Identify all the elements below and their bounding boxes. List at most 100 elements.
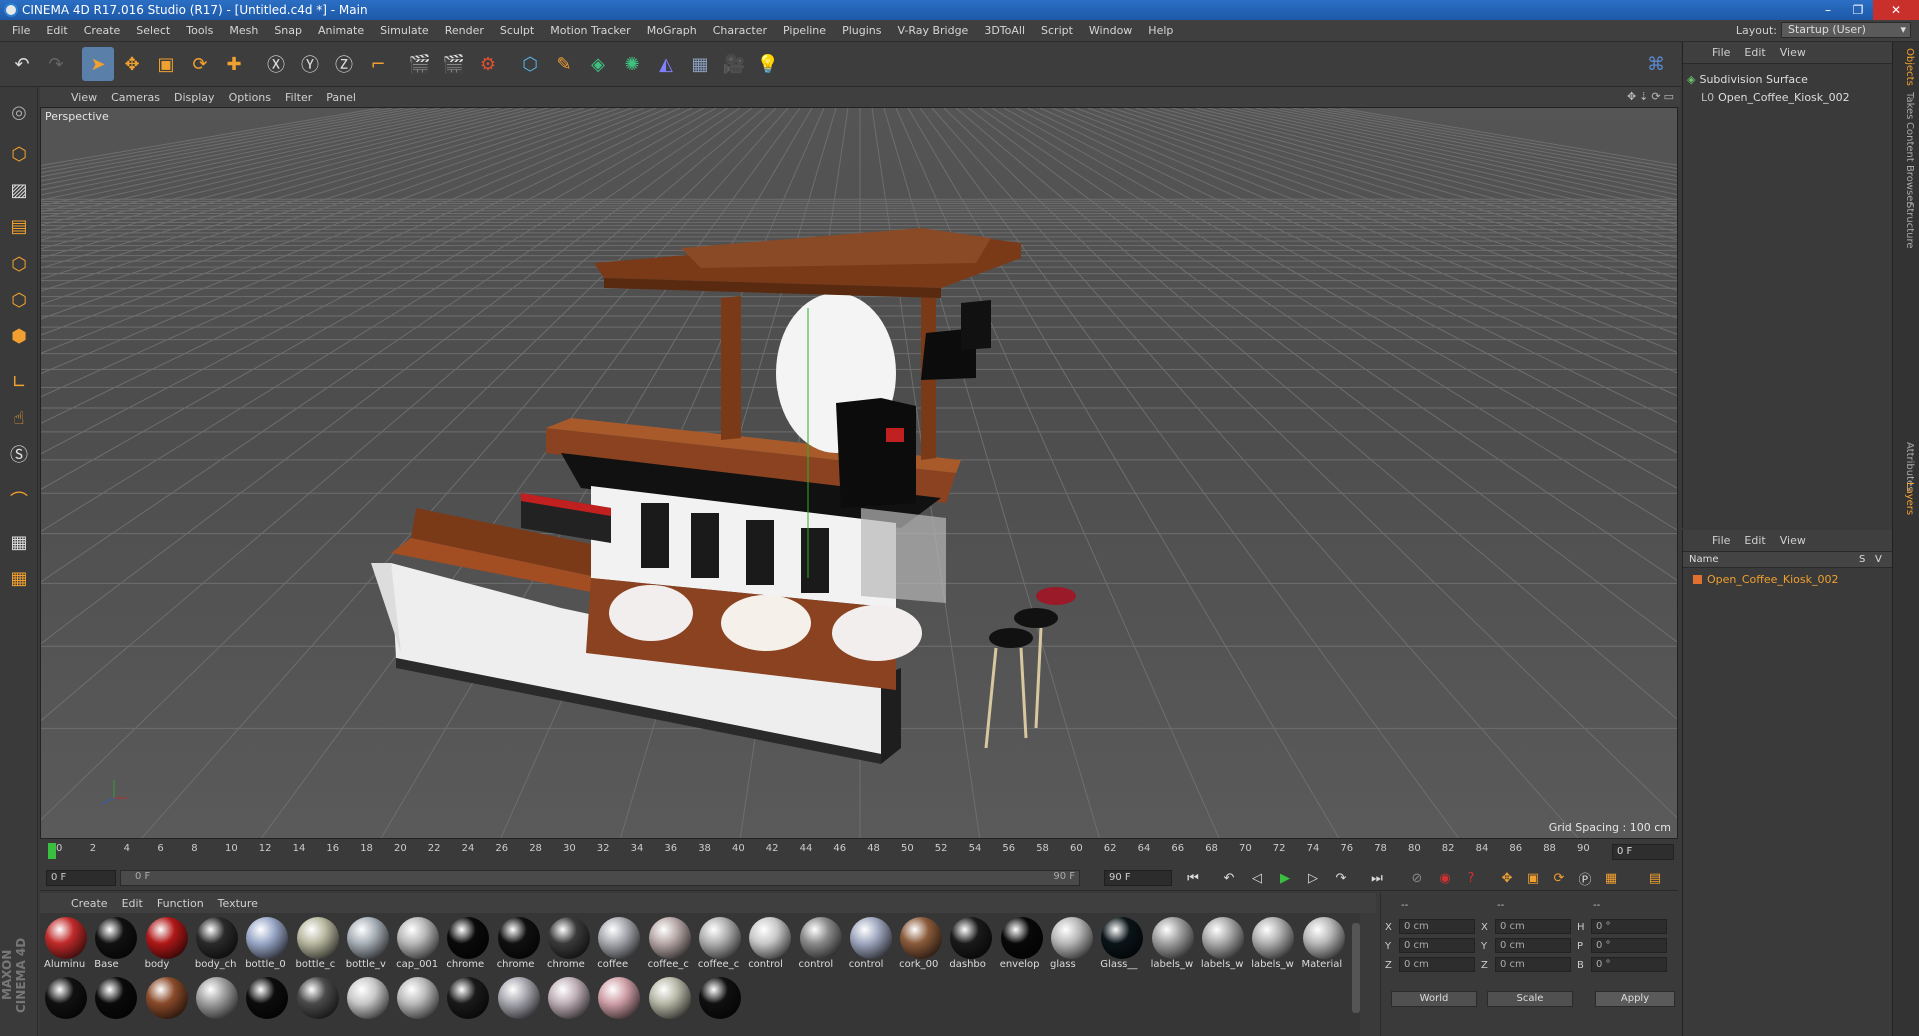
viewport-menu-item[interactable]: Options bbox=[222, 91, 278, 104]
menu-item[interactable]: Character bbox=[705, 20, 775, 42]
snap-icon[interactable]: Ⓢ bbox=[4, 439, 34, 469]
menu-item[interactable]: Motion Tracker bbox=[542, 20, 638, 42]
menu-item[interactable]: Animate bbox=[310, 20, 372, 42]
previous-key-icon[interactable]: ↶ bbox=[1218, 868, 1240, 888]
material-swatch[interactable]: coffee bbox=[595, 915, 643, 971]
material-swatch[interactable]: control bbox=[797, 915, 845, 971]
coord-value-field[interactable]: 0 cm bbox=[1399, 938, 1475, 953]
play-icon[interactable]: ▶ bbox=[1274, 868, 1296, 888]
layer-row-kiosk[interactable]: Open_Coffee_Kiosk_002 bbox=[1693, 570, 1839, 588]
material-swatch[interactable]: bottle_0 bbox=[243, 915, 291, 971]
obj-menu-view[interactable]: View bbox=[1773, 46, 1813, 59]
material-menu-item[interactable]: Create bbox=[64, 897, 115, 910]
key-parameter-icon[interactable]: Ⓟ bbox=[1574, 868, 1596, 888]
y-axis-lock-icon[interactable]: Ⓨ bbox=[294, 47, 326, 81]
python-script-icon[interactable]: ⌘ bbox=[1640, 47, 1672, 81]
keyframe-selection-icon[interactable]: ? bbox=[1460, 868, 1482, 888]
start-frame-field[interactable]: 0 F bbox=[46, 870, 116, 886]
viewport-menu-item[interactable]: View bbox=[64, 91, 104, 104]
subdivision-surface-icon[interactable]: ◈ bbox=[582, 47, 614, 81]
material-swatch[interactable]: Aluminu bbox=[42, 915, 90, 971]
layer-menu-edit[interactable]: Edit bbox=[1737, 534, 1772, 547]
side-tab[interactable]: Structure bbox=[1897, 202, 1915, 249]
record-keys-icon[interactable]: ⊘ bbox=[1406, 868, 1428, 888]
menu-item[interactable]: File bbox=[4, 20, 38, 42]
obj-menu-file[interactable]: File bbox=[1705, 46, 1737, 59]
close-button[interactable]: ✕ bbox=[1873, 0, 1919, 20]
z-axis-lock-icon[interactable]: Ⓩ bbox=[328, 47, 360, 81]
viewport-menu-item[interactable]: Cameras bbox=[104, 91, 167, 104]
material-swatch[interactable] bbox=[143, 975, 191, 1031]
x-axis-lock-icon[interactable]: Ⓧ bbox=[260, 47, 292, 81]
light-icon[interactable]: 💡 bbox=[752, 47, 784, 81]
live-selection-icon[interactable]: ➤ bbox=[82, 47, 114, 81]
timeline-ruler[interactable]: 0 2 4 6 8 10 12 14 16 18 20 22 24 26 28 30 32 34 36 38 40 42 4… bbox=[40, 841, 1678, 863]
undo-icon[interactable]: ↶ bbox=[6, 47, 38, 81]
material-swatch[interactable] bbox=[646, 975, 694, 1031]
next-frame-icon[interactable]: ▷ bbox=[1302, 868, 1324, 888]
material-swatch[interactable]: chrome bbox=[545, 915, 593, 971]
deformer-icon[interactable]: ◭ bbox=[650, 47, 682, 81]
layer-menu-view[interactable]: View bbox=[1773, 534, 1813, 547]
material-swatch[interactable]: labels_w bbox=[1149, 915, 1197, 971]
menu-item[interactable]: Mesh bbox=[221, 20, 266, 42]
material-swatch[interactable]: cap_001 bbox=[394, 915, 442, 971]
material-swatch[interactable]: Base bbox=[92, 915, 140, 971]
menu-item[interactable]: Help bbox=[1140, 20, 1181, 42]
camera-icon[interactable]: 🎥 bbox=[718, 47, 750, 81]
workplane-mode-icon[interactable]: ▤ bbox=[4, 211, 34, 241]
array-icon[interactable]: ✺ bbox=[616, 47, 648, 81]
menu-item[interactable]: Render bbox=[437, 20, 492, 42]
texture-mode-icon[interactable]: ▨ bbox=[4, 175, 34, 205]
end-frame-field[interactable]: 90 F bbox=[1104, 870, 1172, 886]
material-swatch[interactable] bbox=[444, 975, 492, 1031]
coord-value-field[interactable]: 0 cm bbox=[1495, 919, 1571, 934]
recent-tool-icon[interactable]: ✚ bbox=[218, 47, 250, 81]
planar-workplane-icon[interactable]: ▦ bbox=[4, 563, 34, 593]
menu-item[interactable]: Pipeline bbox=[775, 20, 834, 42]
menu-item[interactable]: Simulate bbox=[372, 20, 437, 42]
axis-mode-icon[interactable]: ∟ bbox=[4, 367, 34, 397]
move-view-icon[interactable]: ✥ bbox=[1627, 90, 1636, 103]
render-view-icon[interactable]: 🎬 bbox=[404, 47, 436, 81]
material-swatch[interactable]: coffee_c bbox=[646, 915, 694, 971]
menu-item[interactable]: Create bbox=[76, 20, 129, 42]
material-swatch[interactable] bbox=[243, 975, 291, 1031]
apply-button[interactable]: Apply bbox=[1595, 991, 1675, 1007]
menu-item[interactable]: Snap bbox=[266, 20, 310, 42]
material-swatch[interactable]: chrome bbox=[495, 915, 543, 971]
frame-range-slider[interactable]: 0 F 90 F bbox=[120, 870, 1080, 886]
material-swatch[interactable] bbox=[344, 975, 392, 1031]
material-swatch[interactable]: glass bbox=[1048, 915, 1096, 971]
viewport-menu-item[interactable]: Filter bbox=[278, 91, 319, 104]
object-row-subdivision[interactable]: ◈ Subdivision Surface bbox=[1687, 70, 1808, 88]
world-coordinates-icon[interactable]: ⌐ bbox=[362, 47, 394, 81]
material-menu-item[interactable]: Texture bbox=[211, 897, 265, 910]
floor-icon[interactable]: ▦ bbox=[684, 47, 716, 81]
material-swatch[interactable]: body_ch bbox=[193, 915, 241, 971]
object-row-kiosk[interactable]: L0 Open_Coffee_Kiosk_002 bbox=[1701, 88, 1850, 106]
side-tab[interactable]: Objects bbox=[1897, 48, 1915, 86]
material-swatch[interactable]: labels_w bbox=[1249, 915, 1297, 971]
current-frame-field[interactable]: 0 F bbox=[1612, 844, 1674, 860]
timeline-window-icon[interactable]: ▤ bbox=[1644, 868, 1666, 888]
material-swatch[interactable] bbox=[545, 975, 593, 1031]
magnet-icon[interactable]: ⌒ bbox=[4, 485, 34, 515]
zoom-view-icon[interactable]: ⇣ bbox=[1639, 90, 1648, 103]
side-tab[interactable]: Content Browser bbox=[1897, 122, 1915, 205]
material-swatch[interactable] bbox=[495, 975, 543, 1031]
edit-render-settings-icon[interactable]: ⚙ bbox=[472, 47, 504, 81]
material-swatch[interactable]: cork_00 bbox=[897, 915, 945, 971]
side-tab[interactable]: Layers bbox=[1897, 482, 1915, 515]
material-scrollbar[interactable] bbox=[1352, 923, 1360, 1013]
make-editable-icon[interactable]: ◎ bbox=[4, 97, 34, 127]
next-key-icon[interactable]: ↷ bbox=[1330, 868, 1352, 888]
material-swatch[interactable]: dashbo bbox=[947, 915, 995, 971]
material-swatch[interactable]: envelop bbox=[998, 915, 1046, 971]
autokey-icon[interactable]: ◉ bbox=[1434, 868, 1456, 888]
material-swatch[interactable]: bottle_c bbox=[294, 915, 342, 971]
material-swatch[interactable]: chrome bbox=[444, 915, 492, 971]
material-swatch[interactable]: coffee_c bbox=[696, 915, 744, 971]
material-swatch[interactable]: Material bbox=[1300, 915, 1348, 971]
cube-primitive-icon[interactable]: ⬡ bbox=[514, 47, 546, 81]
